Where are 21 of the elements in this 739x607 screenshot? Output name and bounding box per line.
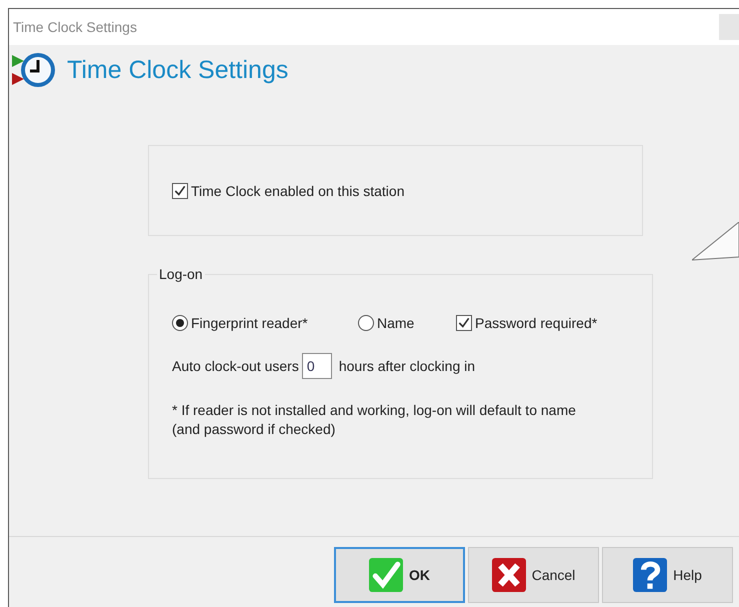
- checkmark-icon: [457, 316, 471, 330]
- group-legend: Log-on: [157, 266, 205, 282]
- radio-option[interactable]: Name: [358, 315, 456, 331]
- hours-field[interactable]: 0: [302, 353, 332, 379]
- hours-suffix-label: hours after clocking in: [338, 358, 476, 374]
- station-checkbox[interactable]: Time Clock enabled on this station: [172, 182, 404, 198]
- cancel-button[interactable]: Cancel: [468, 547, 599, 603]
- ok-button[interactable]: OK: [334, 547, 465, 603]
- logon-note: * If reader is not installed and working, log-on will default to name (and password if checked): [172, 401, 577, 439]
- help-icon: [633, 558, 668, 592]
- window-title: Time Clock Settings: [13, 19, 137, 35]
- cross-icon: [492, 558, 526, 592]
- checkmark-icon: [173, 184, 187, 198]
- close-button[interactable]: [719, 14, 739, 40]
- checkmark-icon: [369, 558, 403, 592]
- dialog-heading: Time Clock Settings: [67, 56, 288, 84]
- checkbox-option[interactable]: Password required*: [456, 315, 598, 331]
- help-button[interactable]: Help: [602, 547, 733, 603]
- auto-clockout-label: Auto clock-out users: [172, 358, 299, 374]
- radio-option[interactable]: Fingerprint reader*: [172, 315, 358, 331]
- clock-icon: [12, 51, 58, 89]
